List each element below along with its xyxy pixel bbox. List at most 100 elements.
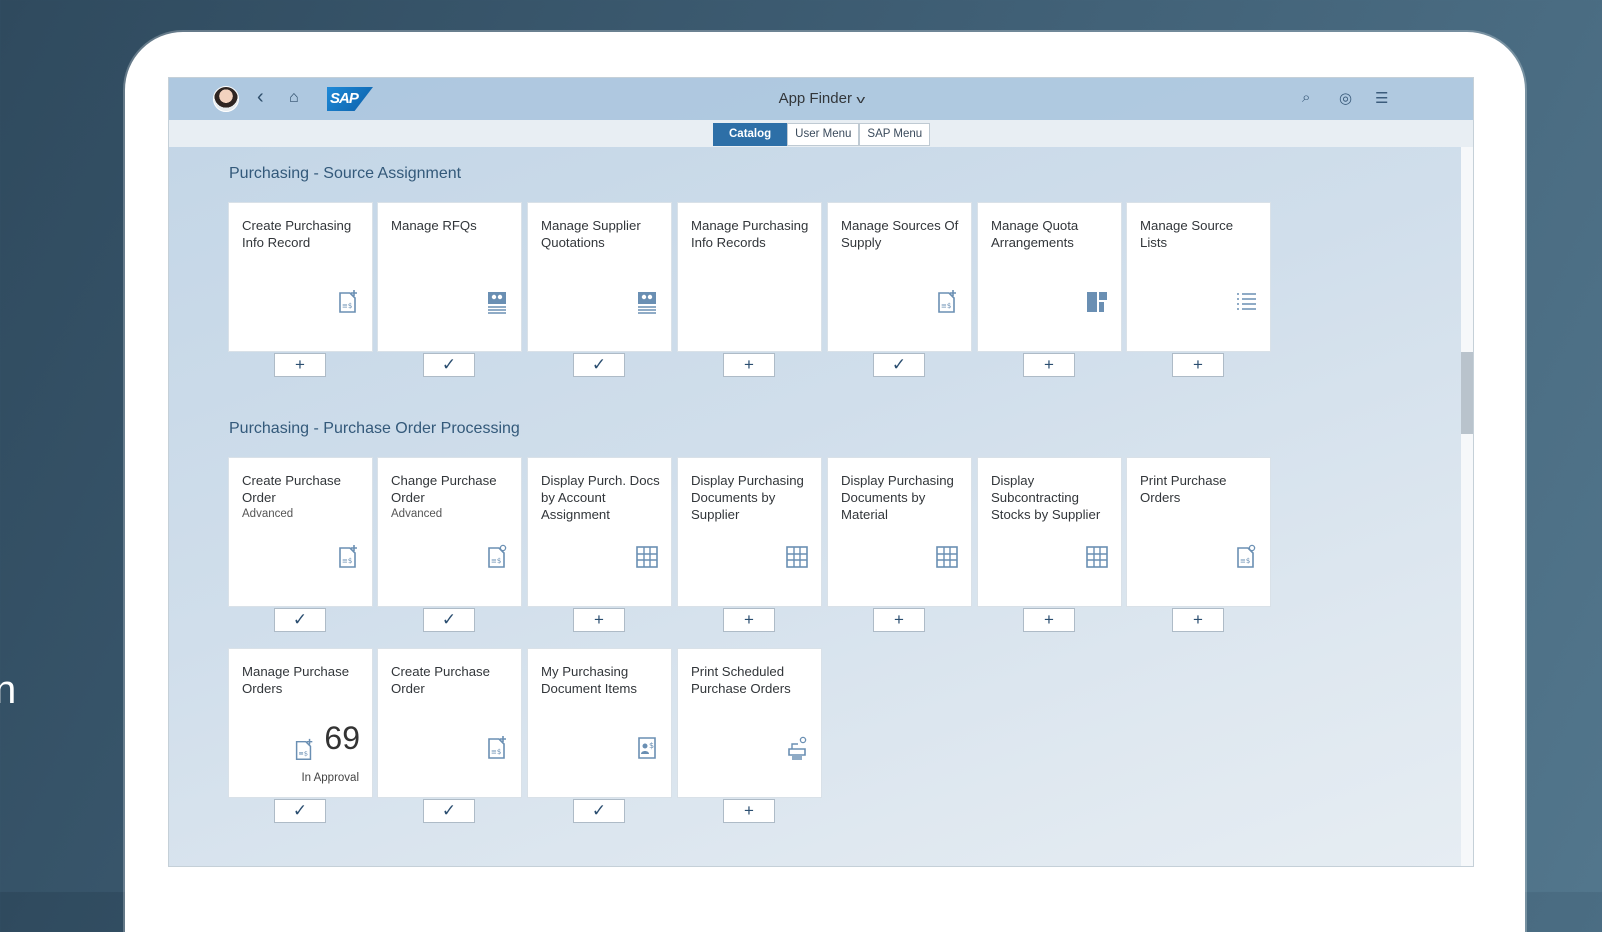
segmented-control: Catalog User Menu SAP Menu	[713, 123, 931, 146]
tile-subtitle: Advanced	[242, 508, 294, 520]
search-icon[interactable]: ⌕	[1302, 89, 1310, 106]
tile-title: Display Purch. Docs by Account Assignmen…	[541, 473, 660, 522]
add-to-home-button[interactable]: +	[1172, 353, 1224, 377]
tile-title: Manage Quota Arrangements	[991, 218, 1079, 250]
app-tile[interactable]: My Purchasing Document Items $	[527, 648, 672, 798]
document-add-icon: ≡$	[292, 738, 316, 762]
notifications-menu-icon[interactable]: ☰	[1375, 89, 1388, 107]
tile-title: Create Purchasing Info Record	[242, 218, 352, 250]
tile-title: Create Purchase Order	[391, 664, 490, 696]
tile-title: Display Subcontracting Stocks by Supplie…	[991, 473, 1101, 522]
app-tile[interactable]: Manage Supplier Quotations	[527, 202, 672, 352]
add-to-home-button[interactable]: +	[723, 799, 775, 823]
contacts-list-icon	[484, 289, 510, 315]
tile-title: My Purchasing Document Items	[541, 664, 638, 696]
app-tile[interactable]: Display Purchasing Documents by Material	[827, 457, 972, 607]
app-tile[interactable]: Print Scheduled Purchase Orders	[677, 648, 822, 798]
added-checkmark-button[interactable]: ✓	[573, 799, 625, 823]
added-checkmark-button[interactable]: ✓	[423, 608, 475, 632]
chevron-down-icon: v	[856, 94, 866, 106]
document-search-icon: ≡$	[1233, 544, 1259, 570]
scrollbar-track[interactable]	[1461, 147, 1473, 866]
tile-title: Create Purchase Order	[242, 473, 341, 505]
added-checkmark-button[interactable]: ✓	[573, 353, 625, 377]
table-icon	[934, 544, 960, 570]
document-add-icon: ≡$	[484, 735, 510, 761]
app-tile[interactable]: Display Subcontracting Stocks by Supplie…	[977, 457, 1122, 607]
table-icon	[784, 544, 810, 570]
quota-blocks-icon	[1084, 289, 1110, 315]
tab-catalog[interactable]: Catalog	[713, 123, 788, 146]
document-add-icon: ≡$	[335, 544, 361, 570]
print-search-icon	[784, 735, 810, 761]
tile-title: Manage Source Lists	[1140, 218, 1234, 250]
svg-text:≡$: ≡$	[342, 302, 352, 310]
tile-title: Manage Supplier Quotations	[541, 218, 641, 250]
add-to-home-button[interactable]: +	[723, 353, 775, 377]
svg-text:≡$: ≡$	[298, 750, 308, 758]
table-icon	[634, 544, 660, 570]
background-text-fragment: n	[0, 668, 17, 712]
scrollbar-thumb[interactable]	[1461, 352, 1473, 434]
tab-user-menu[interactable]: User Menu	[787, 123, 860, 146]
add-to-home-button[interactable]: +	[723, 608, 775, 632]
tile-title: Display Purchasing Documents by Supplier	[691, 473, 804, 522]
tile-title: Print Purchase Orders	[1140, 473, 1227, 505]
document-add-icon: ≡$	[934, 289, 960, 315]
app-tile[interactable]: Manage Purchasing Info Records	[677, 202, 822, 352]
contact-document-icon: $	[634, 735, 660, 761]
app-tile[interactable]: Manage Purchase Orders ≡$ 69 In Approval	[228, 648, 373, 798]
svg-text:≡$: ≡$	[941, 302, 951, 310]
svg-text:≡$: ≡$	[491, 748, 501, 756]
table-icon	[1084, 544, 1110, 570]
add-to-home-button[interactable]: +	[1023, 353, 1075, 377]
group-title-source-assignment: Purchasing - Source Assignment	[229, 165, 462, 182]
app-tile[interactable]: Change Purchase Order Advanced ≡$	[377, 457, 522, 607]
add-to-home-button[interactable]: +	[573, 608, 625, 632]
tile-title: Display Purchasing Documents by Material	[841, 473, 954, 522]
app-tile[interactable]: Manage Quota Arrangements	[977, 202, 1122, 352]
svg-text:≡$: ≡$	[342, 557, 352, 565]
app-tile[interactable]: Display Purch. Docs by Account Assignmen…	[527, 457, 672, 607]
tab-bar: Catalog User Menu SAP Menu	[169, 120, 1473, 147]
added-checkmark-button[interactable]: ✓	[423, 799, 475, 823]
document-search-icon: ≡$	[484, 544, 510, 570]
app-tile[interactable]: Manage Source Lists	[1126, 202, 1271, 352]
add-to-home-button[interactable]: +	[873, 608, 925, 632]
tile-title: Manage RFQs	[391, 218, 477, 233]
tile-subtitle: Advanced	[391, 508, 443, 520]
app-tile[interactable]: Manage RFQs	[377, 202, 522, 352]
svg-text:≡$: ≡$	[1240, 557, 1250, 565]
tab-sap-menu[interactable]: SAP Menu	[859, 123, 931, 146]
group-title-po-processing: Purchasing - Purchase Order Processing	[229, 420, 520, 437]
added-checkmark-button[interactable]: ✓	[274, 608, 326, 632]
kpi-label: In Approval	[301, 772, 359, 784]
svg-text:≡$: ≡$	[491, 557, 501, 565]
add-to-home-button[interactable]: +	[274, 353, 326, 377]
app-tile[interactable]: Display Purchasing Documents by Supplier	[677, 457, 822, 607]
tile-title: Manage Purchase Orders	[242, 664, 350, 696]
app-title[interactable]: App Finder v	[169, 90, 1473, 107]
document-add-icon: ≡$	[335, 289, 361, 315]
app-tile[interactable]: Print Purchase Orders ≡$	[1126, 457, 1271, 607]
tile-title: Change Purchase Order	[391, 473, 497, 505]
added-checkmark-button[interactable]: ✓	[274, 799, 326, 823]
app-tile[interactable]: Create Purchasing Info Record ≡$	[228, 202, 373, 352]
tile-title: Manage Purchasing Info Records	[691, 218, 809, 250]
add-to-home-button[interactable]: +	[1023, 608, 1075, 632]
svg-text:$: $	[649, 741, 654, 750]
added-checkmark-button[interactable]: ✓	[873, 353, 925, 377]
copilot-icon[interactable]: ◎	[1339, 89, 1352, 107]
app-finder-screen: ‹ ⌂ SAP App Finder v ⌕ ◎ ☰ Catalog User M…	[168, 77, 1474, 867]
added-checkmark-button[interactable]: ✓	[423, 353, 475, 377]
shell-bar: ‹ ⌂ SAP App Finder v ⌕ ◎ ☰	[169, 78, 1473, 120]
list-icon	[1233, 289, 1259, 315]
tile-title: Print Scheduled Purchase Orders	[691, 664, 791, 696]
app-tile[interactable]: Manage Sources Of Supply ≡$	[827, 202, 972, 352]
add-to-home-button[interactable]: +	[1172, 608, 1224, 632]
app-tile[interactable]: Create Purchase Order Advanced ≡$	[228, 457, 373, 607]
contacts-list-icon	[634, 289, 660, 315]
kpi-value: 69	[324, 720, 360, 756]
tile-title: Manage Sources Of Supply	[841, 218, 959, 250]
app-tile[interactable]: Create Purchase Order ≡$	[377, 648, 522, 798]
